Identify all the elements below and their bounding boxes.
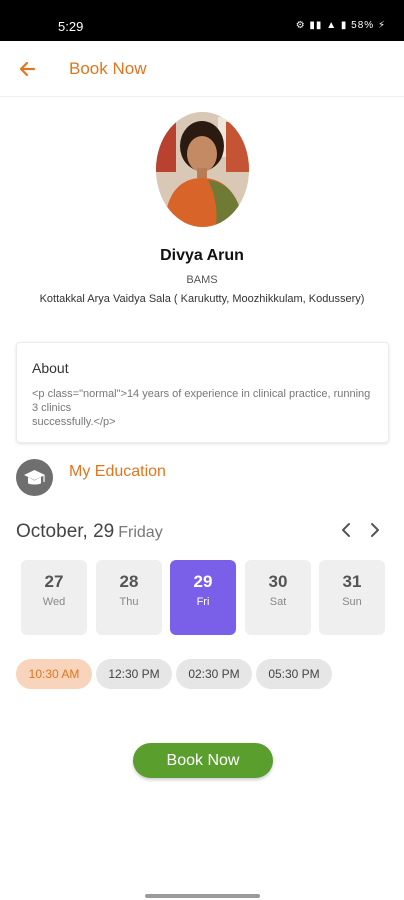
graduation-cap-icon[interactable]: [16, 459, 53, 496]
about-card: About <p class="normal">14 years of expe…: [16, 342, 389, 443]
day-number: 31: [342, 572, 362, 591]
time-slot-1030am[interactable]: 10:30 AM: [16, 659, 92, 689]
chevron-left-icon: [342, 523, 350, 537]
app-bar: Book Now: [0, 41, 404, 97]
day-card-29-selected[interactable]: 29 Fri: [170, 560, 236, 635]
back-button[interactable]: [14, 55, 42, 83]
selected-weekday: Friday: [118, 524, 163, 541]
day-name: Wed: [42, 596, 66, 608]
about-title: About: [32, 360, 69, 376]
time-slot-0530pm[interactable]: 05:30 PM: [256, 659, 332, 689]
day-name: Sun: [342, 596, 362, 608]
selected-date: October, 29: [16, 521, 115, 542]
day-card-31[interactable]: 31 Sun: [319, 560, 385, 635]
day-name: Fri: [196, 596, 210, 608]
day-number: 29: [193, 572, 213, 591]
status-time: 5:29: [58, 19, 84, 34]
selected-date-heading: October, 29 Friday: [16, 521, 163, 543]
doctor-name: Divya Arun: [160, 247, 244, 264]
day-card-28[interactable]: 28 Thu: [96, 560, 162, 635]
day-number: 28: [119, 572, 139, 591]
doctor-degree: BAMS: [186, 274, 218, 286]
chevron-right-icon: [371, 523, 379, 537]
arrow-left-icon: [19, 61, 36, 77]
doctor-avatar: [156, 112, 249, 227]
book-now-button[interactable]: Book Now: [133, 743, 273, 778]
page-title: Book Now: [69, 59, 147, 78]
my-education-link[interactable]: My Education: [69, 463, 166, 481]
day-number: 30: [268, 572, 288, 591]
day-card-30[interactable]: 30 Sat: [245, 560, 311, 635]
day-name: Sat: [269, 596, 287, 608]
previous-date-button[interactable]: [337, 520, 355, 540]
about-text: <p class="normal">14 years of experience…: [32, 388, 371, 428]
home-indicator[interactable]: [145, 894, 260, 898]
status-bar: 5:29 ⚙ ▮▮ ▲ ▮ 58% ⚡: [0, 0, 404, 41]
doctor-clinic: Kottakkal Arya Vaidya Sala ( Karukutty, …: [39, 293, 365, 305]
next-date-button[interactable]: [366, 520, 384, 540]
time-slot-1230pm[interactable]: 12:30 PM: [96, 659, 172, 689]
time-slot-0230pm[interactable]: 02:30 PM: [176, 659, 252, 689]
day-name: Thu: [119, 596, 139, 608]
day-number: 27: [44, 572, 64, 591]
status-icons: ⚙ ▮▮ ▲ ▮ 58% ⚡: [295, 20, 386, 31]
day-card-27[interactable]: 27 Wed: [21, 560, 87, 635]
